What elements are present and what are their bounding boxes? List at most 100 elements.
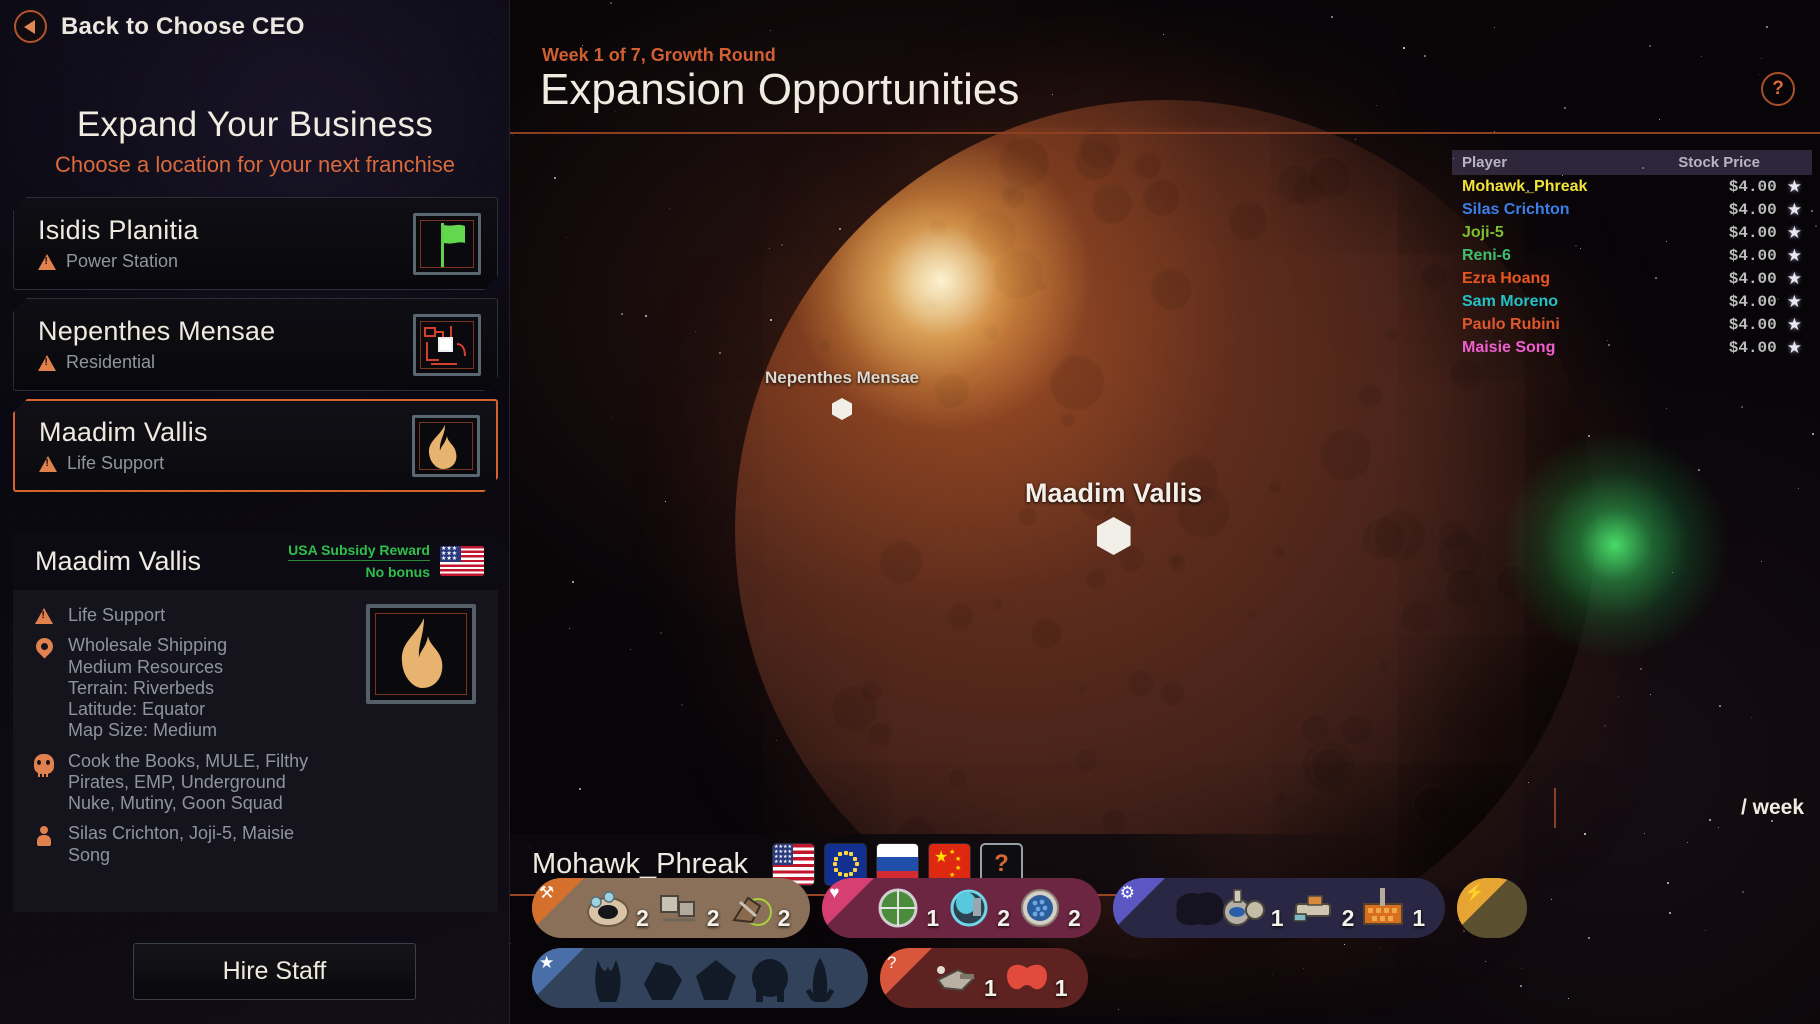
inventory-item[interactable]: 2 bbox=[1016, 886, 1081, 931]
inventory-item-quantity: 1 bbox=[1412, 905, 1426, 931]
stock-player-name: Sam Moreno bbox=[1462, 292, 1559, 310]
stock-table-row: Joji-5 $4.00 ★ bbox=[1452, 221, 1812, 244]
category-corner-power: ⚡ bbox=[1457, 878, 1510, 930]
location-card-name: Isidis Planitia bbox=[38, 215, 199, 245]
inventory-group-black-market[interactable]: ? 1 1 bbox=[880, 948, 1088, 1008]
inventory-item[interactable]: 1 bbox=[1003, 956, 1068, 1001]
stock-price-table: Player Stock Price Mohawk_Phreak $4.00 ★ Si… bbox=[1452, 150, 1812, 359]
black-market-glyph-icon: ? bbox=[887, 953, 897, 972]
stock-table-header: Player Stock Price bbox=[1452, 150, 1812, 175]
locked-3-icon bbox=[692, 956, 740, 1000]
inventory-item[interactable]: 1 bbox=[874, 886, 939, 931]
stock-player-name: Silas Crichton bbox=[1462, 200, 1570, 218]
inventory-item[interactable]: 2 bbox=[945, 886, 1010, 931]
stock-table-row: Mohawk_Phreak $4.00 ★ bbox=[1452, 175, 1812, 198]
special-glyph-icon: ★ bbox=[539, 953, 555, 972]
map-marker-label: Maadim Vallis bbox=[1025, 478, 1203, 508]
back-arrow-icon bbox=[14, 10, 47, 43]
inventory-item-quantity: 2 bbox=[777, 905, 791, 931]
inventory-item[interactable] bbox=[746, 956, 794, 1002]
stock-player-name: Maisie Song bbox=[1462, 338, 1556, 356]
location-details-panel: Maadim Vallis USA Subsidy Reward No bonu… bbox=[13, 532, 498, 912]
inventory-item[interactable]: 2 bbox=[655, 886, 720, 931]
location-card-thumbnail bbox=[413, 213, 481, 275]
location-card-nepenthes-mensae[interactable]: Nepenthes Mensae Residential bbox=[13, 298, 498, 391]
dark-blob-icon bbox=[1165, 886, 1224, 930]
stock-player-name: Paulo Rubini bbox=[1462, 315, 1560, 333]
category-corner-construction: ⚒ bbox=[532, 878, 584, 930]
weekly-rate-panel: / week bbox=[1554, 788, 1814, 828]
stock-table-row: Paulo Rubini $4.00 ★ bbox=[1452, 313, 1812, 336]
text-line: Latitude: Equator bbox=[68, 699, 206, 719]
location-card-isidis-planitia[interactable]: Isidis Planitia Power Station bbox=[13, 197, 498, 290]
inventory-item-quantity: 1 bbox=[984, 975, 997, 1001]
usa-flag-icon: ★★★ ★★★ ★★★ bbox=[440, 546, 484, 576]
inventory-item[interactable] bbox=[800, 956, 848, 1002]
construction-glyph-icon: ⚒ bbox=[539, 883, 555, 902]
person-icon bbox=[33, 824, 55, 867]
inventory-group-special[interactable]: ★ bbox=[532, 948, 868, 1008]
category-corner-life-support: ♥ bbox=[822, 878, 875, 930]
text-line: Terrain: Riverbeds bbox=[68, 677, 215, 698]
inventory-item[interactable] bbox=[638, 956, 686, 1000]
inventory-item[interactable]: 2 bbox=[726, 886, 791, 931]
locked-5-icon bbox=[800, 956, 848, 1002]
text-line: Map Size: Medium bbox=[68, 720, 218, 741]
stock-player-price: $4.00 bbox=[1728, 200, 1777, 219]
pirate-ship-icon bbox=[932, 956, 980, 1000]
inventory-item-quantity: 2 bbox=[636, 905, 649, 931]
opponent-lines: Silas Crichton, Joji-5, Maisie Song bbox=[68, 823, 294, 867]
stock-table-row: Sam Moreno $4.00 ★ bbox=[1452, 290, 1812, 313]
inventory-item[interactable] bbox=[584, 956, 632, 1002]
locked-2-icon bbox=[638, 956, 686, 1000]
inventory-group-power[interactable]: ⚡ bbox=[1457, 878, 1528, 938]
location-card-maadim-vallis[interactable]: Maadim Vallis Life Support bbox=[13, 399, 498, 492]
stock-table-row: Reni-6 $4.00 ★ bbox=[1452, 244, 1812, 267]
sidebar: Back to Choose CEO Expand Your Business … bbox=[0, 0, 510, 1024]
text-line: Medium Resources bbox=[68, 656, 224, 677]
residential-schematic-icon bbox=[420, 321, 474, 369]
warning-icon bbox=[33, 606, 55, 627]
inventory-item[interactable]: 1 bbox=[1360, 886, 1426, 931]
main-panel: Nepenthes Mensae Maadim Vallis Week 1 of… bbox=[510, 0, 1820, 1024]
help-icon[interactable]: ? bbox=[1761, 72, 1795, 106]
text-line: Wholesale Shipping bbox=[68, 635, 228, 656]
main-title: Expansion Opportunities bbox=[540, 65, 1020, 114]
inventory-group-construction[interactable]: ⚒ 2 2 2 bbox=[532, 878, 811, 938]
red-mask-icon bbox=[1003, 956, 1051, 1000]
player-name: Mohawk_Phreak bbox=[532, 847, 748, 880]
location-card-name: Maadim Vallis bbox=[39, 417, 208, 447]
inventory-item[interactable]: 2 bbox=[1290, 886, 1354, 931]
title-divider bbox=[510, 132, 1820, 134]
warning-icon bbox=[38, 254, 56, 270]
inventory-item[interactable]: 1 bbox=[1219, 886, 1284, 931]
hire-staff-button[interactable]: Hire Staff bbox=[133, 943, 416, 1000]
star-icon: ★ bbox=[1786, 337, 1802, 357]
stock-table-row: Maisie Song $4.00 ★ bbox=[1452, 336, 1812, 359]
inventory-group-life-support[interactable]: ♥ 1 2 2 bbox=[822, 878, 1101, 938]
category-corner-machinery: ⚙ bbox=[1112, 878, 1165, 930]
map-marker-nepenthes-mensae[interactable]: Nepenthes Mensae bbox=[765, 368, 919, 420]
locked-1-icon bbox=[584, 956, 632, 1002]
stock-col-price: Stock Price bbox=[1678, 154, 1760, 171]
inventory-item[interactable] bbox=[692, 956, 740, 1000]
inventory-group-machinery[interactable]: ⚙ 1 2 1 bbox=[1112, 878, 1446, 938]
stock-table-row: Silas Crichton $4.00 ★ bbox=[1452, 198, 1812, 221]
warning-icon bbox=[39, 456, 57, 472]
stock-player-name: Reni-6 bbox=[1462, 246, 1511, 264]
map-marker-maadim-vallis[interactable]: Maadim Vallis bbox=[1025, 478, 1202, 555]
map-marker-label: Nepenthes Mensae bbox=[765, 368, 919, 387]
location-stats-lines: Wholesale Shipping Medium Resources Terrai… bbox=[68, 635, 228, 742]
habitat-ring-icon bbox=[584, 886, 632, 930]
text-line: Pirates, EMP, Underground bbox=[68, 771, 286, 792]
inventory-item[interactable] bbox=[1165, 886, 1224, 930]
weekly-rate-text: / week bbox=[1740, 796, 1804, 819]
back-to-choose-ceo-button[interactable]: Back to Choose CEO bbox=[14, 10, 305, 43]
inventory-item[interactable]: 1 bbox=[932, 956, 997, 1001]
inventory-bar: ⚒ 2 2 2 ♥ 1 2 2 ⚙ 1 2 1 ⚡ ★? 1 1 bbox=[510, 878, 1820, 1018]
location-card-thumbnail bbox=[413, 314, 481, 376]
text-line: Cook the Books, MULE, Filthy bbox=[68, 750, 309, 771]
stock-player-name: Mohawk_Phreak bbox=[1462, 177, 1588, 195]
opponents-row: Silas Crichton, Joji-5, Maisie Song bbox=[33, 823, 480, 867]
inventory-item[interactable]: 2 bbox=[584, 886, 649, 931]
